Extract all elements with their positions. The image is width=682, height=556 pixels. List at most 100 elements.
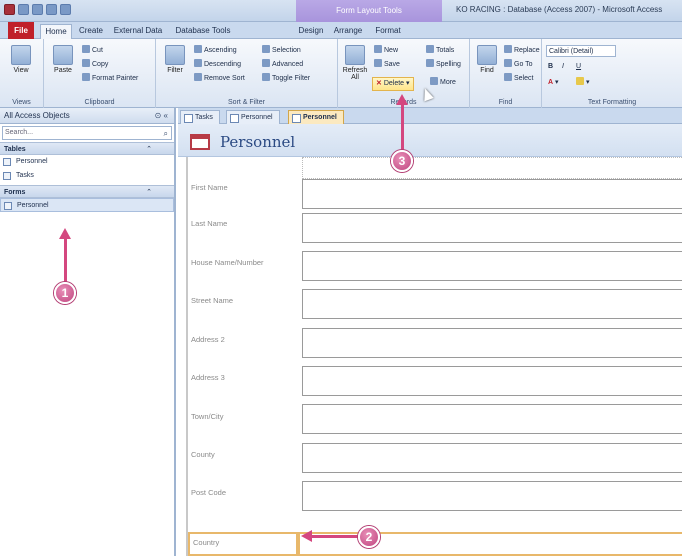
toggle-filter-icon xyxy=(262,73,270,81)
toggle-filter-button[interactable]: Toggle Filter xyxy=(262,73,310,85)
nav-item-form-personnel[interactable]: Personnel xyxy=(0,198,174,212)
binoculars-icon xyxy=(477,45,497,65)
doc-tab-personnel-table[interactable]: Personnel xyxy=(226,110,280,124)
format-painter-button[interactable]: Format Painter xyxy=(82,73,138,85)
nav-group-tables[interactable]: Tables ⌃ xyxy=(0,142,174,155)
callout-arrowhead-icon xyxy=(301,530,312,542)
save-record-icon xyxy=(374,59,382,67)
tab-home[interactable]: Home xyxy=(40,24,72,39)
doc-tab-personnel-form[interactable]: Personnel xyxy=(288,110,344,124)
bold-button[interactable]: B xyxy=(548,61,553,73)
scissors-icon xyxy=(82,45,90,53)
selection-button[interactable]: Selection xyxy=(262,45,301,57)
form-icon xyxy=(190,134,210,150)
tab-create[interactable]: Create xyxy=(76,24,106,39)
find-button[interactable]: Find xyxy=(474,45,500,85)
select-icon xyxy=(504,73,512,81)
group-find: Find Replace Go To Select Find xyxy=(470,39,542,108)
advanced-button[interactable]: Advanced xyxy=(262,59,303,71)
field-label: County xyxy=(191,450,215,459)
nav-item-table-tasks[interactable]: Tasks xyxy=(0,169,174,183)
save-icon[interactable] xyxy=(18,4,29,15)
town-city-field[interactable] xyxy=(302,404,682,434)
document-tabs: Tasks Personnel Personnel xyxy=(178,108,682,124)
cut-button[interactable]: Cut xyxy=(82,45,103,57)
redo-icon[interactable] xyxy=(46,4,57,15)
nav-item-table-personnel[interactable]: Personnel xyxy=(0,155,174,169)
select-button[interactable]: Select xyxy=(504,73,533,85)
form-title: Personnel xyxy=(220,133,296,151)
sort-ascending-icon xyxy=(194,45,202,53)
nav-pane-header[interactable]: All Access Objects ⊙ « xyxy=(0,108,174,124)
field-label: First Name xyxy=(191,183,228,192)
nav-pane-collapse-icon[interactable]: ⊙ « xyxy=(155,108,168,124)
county-field[interactable] xyxy=(302,443,682,473)
goto-icon xyxy=(504,59,512,67)
paste-icon xyxy=(53,45,73,65)
paste-button[interactable]: Paste xyxy=(50,45,76,85)
callout-badge: 3 xyxy=(391,150,413,172)
refresh-all-button[interactable]: Refresh All xyxy=(342,45,368,85)
spelling-button[interactable]: Spelling xyxy=(426,59,461,71)
save-record-button[interactable]: Save xyxy=(374,59,400,71)
callout-arrowhead-icon xyxy=(396,94,408,105)
address-2-field[interactable] xyxy=(302,328,682,358)
tab-database-tools[interactable]: Database Tools xyxy=(172,24,234,39)
descending-button[interactable]: Descending xyxy=(194,59,241,71)
nav-search-input[interactable]: Search... ⌕ xyxy=(2,126,172,140)
ribbon: View Views Paste Cut Copy Format Painter… xyxy=(0,39,682,108)
group-clipboard: Paste Cut Copy Format Painter Clipboard xyxy=(44,39,156,108)
brush-icon xyxy=(82,73,90,81)
tab-design[interactable]: Design xyxy=(296,24,326,39)
street-name-field[interactable] xyxy=(302,289,682,319)
field-label: Country xyxy=(193,538,220,547)
table-icon xyxy=(3,158,11,166)
last-name-field[interactable] xyxy=(302,213,682,243)
personnel-form: Personnel First Name Last Name House Nam… xyxy=(178,124,682,556)
tab-format[interactable]: Format xyxy=(372,24,404,39)
undo-icon[interactable] xyxy=(32,4,43,15)
replace-button[interactable]: Replace xyxy=(504,45,540,57)
nav-options-icon[interactable]: ⊙ xyxy=(155,111,162,120)
font-color-button[interactable]: A ▾ xyxy=(548,77,559,89)
tab-external-data[interactable]: External Data xyxy=(110,24,166,39)
view-button[interactable]: View xyxy=(8,45,34,85)
advanced-filter-icon xyxy=(262,59,270,67)
filter-button[interactable]: Filter xyxy=(162,45,188,85)
context-tools-label: Form Layout Tools xyxy=(296,0,442,22)
first-name-field[interactable] xyxy=(302,179,682,209)
callout-arrow-line xyxy=(64,238,67,282)
copy-button[interactable]: Copy xyxy=(82,59,108,71)
customize-icon[interactable] xyxy=(60,4,71,15)
post-code-field[interactable] xyxy=(302,481,682,511)
sigma-icon xyxy=(426,45,434,53)
italic-button[interactable]: I xyxy=(562,61,564,73)
totals-button[interactable]: Totals xyxy=(426,45,454,57)
view-icon xyxy=(11,45,31,65)
delete-button[interactable]: ✕ Delete ▾ xyxy=(372,77,414,91)
remove-sort-button[interactable]: Remove Sort xyxy=(194,73,245,85)
table-icon xyxy=(3,172,11,180)
title-bar: Form Layout Tools KO RACING : Database (… xyxy=(0,0,682,22)
new-record-icon xyxy=(374,45,382,53)
form-header: Personnel xyxy=(178,124,682,157)
spelling-icon xyxy=(426,59,434,67)
tab-file[interactable]: File xyxy=(8,22,34,39)
fill-color-button[interactable]: ▾ xyxy=(576,77,590,89)
remove-sort-icon xyxy=(194,73,202,81)
form-icon xyxy=(4,202,12,210)
nav-group-forms[interactable]: Forms ⌃ xyxy=(0,185,174,198)
goto-button[interactable]: Go To xyxy=(504,59,533,71)
underline-button[interactable]: U xyxy=(576,61,581,73)
font-select[interactable]: Calibri (Detail) xyxy=(546,45,616,57)
new-record-button[interactable]: New xyxy=(374,45,398,57)
address-3-field[interactable] xyxy=(302,366,682,396)
ascending-button[interactable]: Ascending xyxy=(194,45,237,57)
more-button[interactable]: More xyxy=(430,77,456,89)
quick-access-toolbar xyxy=(4,4,71,15)
country-label-box[interactable]: Country xyxy=(188,532,298,556)
tab-arrange[interactable]: Arrange xyxy=(330,24,366,39)
house-name-field[interactable] xyxy=(302,251,682,281)
field-label: House Name/Number xyxy=(191,258,264,267)
doc-tab-tasks[interactable]: Tasks xyxy=(180,110,220,124)
